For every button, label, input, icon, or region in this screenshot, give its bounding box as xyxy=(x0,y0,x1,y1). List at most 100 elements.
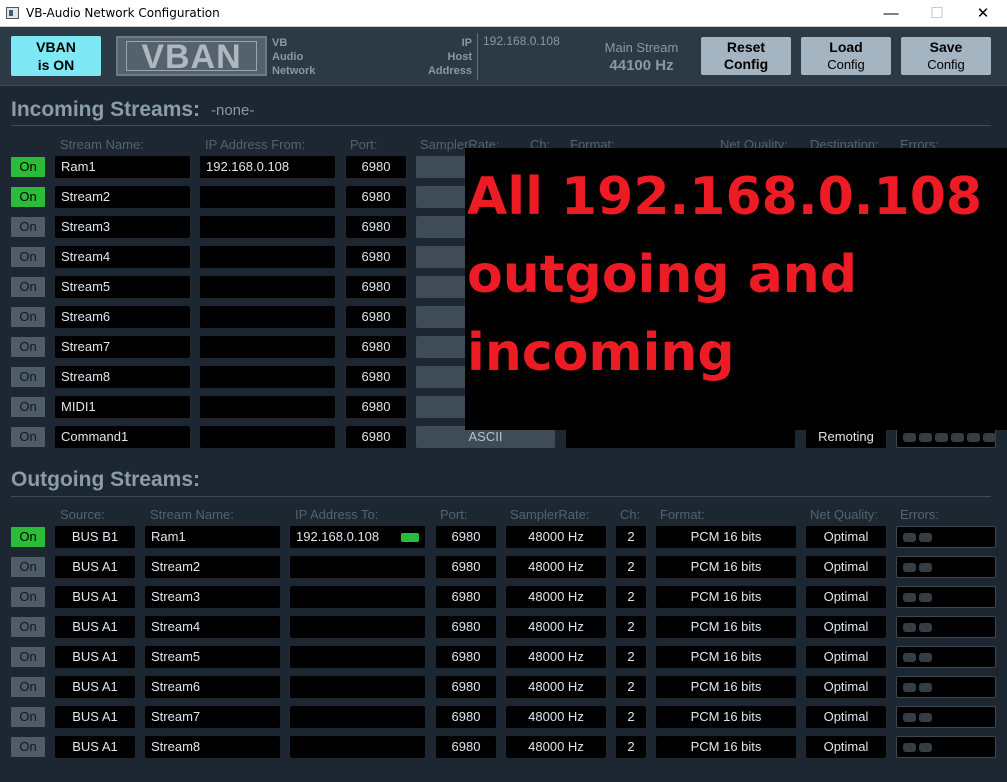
outgoing-channels-select[interactable]: 2 xyxy=(616,706,646,728)
outgoing-source-select[interactable]: BUS A1 xyxy=(55,646,135,668)
outgoing-quality-select[interactable]: Optimal xyxy=(806,556,886,578)
reset-config-button[interactable]: Reset Config xyxy=(701,37,791,75)
outgoing-format-select[interactable]: PCM 16 bits xyxy=(656,586,796,608)
outgoing-channels-select[interactable]: 2 xyxy=(616,526,646,548)
incoming-on-toggle[interactable]: On xyxy=(11,247,45,267)
incoming-port-field[interactable]: 6980 xyxy=(346,276,406,298)
incoming-port-field[interactable]: 6980 xyxy=(346,336,406,358)
incoming-ip-field[interactable] xyxy=(200,276,335,298)
outgoing-ip-field[interactable] xyxy=(290,556,425,578)
outgoing-samplerate-select[interactable]: 48000 Hz xyxy=(506,616,606,638)
outgoing-format-select[interactable]: PCM 16 bits xyxy=(656,616,796,638)
incoming-port-field[interactable]: 6980 xyxy=(346,246,406,268)
incoming-on-toggle[interactable]: On xyxy=(11,337,45,357)
outgoing-quality-select[interactable]: Optimal xyxy=(806,706,886,728)
outgoing-samplerate-select[interactable]: 48000 Hz xyxy=(506,526,606,548)
incoming-on-toggle[interactable]: On xyxy=(11,187,45,207)
incoming-on-toggle[interactable]: On xyxy=(11,157,45,177)
incoming-stream-name[interactable]: Stream4 xyxy=(55,246,190,268)
outgoing-quality-select[interactable]: Optimal xyxy=(806,736,886,758)
incoming-stream-name[interactable]: Stream2 xyxy=(55,186,190,208)
incoming-ip-field[interactable] xyxy=(200,186,335,208)
outgoing-stream-name[interactable]: Stream3 xyxy=(145,586,280,608)
outgoing-source-select[interactable]: BUS A1 xyxy=(55,616,135,638)
outgoing-source-select[interactable]: BUS A1 xyxy=(55,586,135,608)
outgoing-port-field[interactable]: 6980 xyxy=(436,646,496,668)
outgoing-stream-name[interactable]: Stream7 xyxy=(145,706,280,728)
outgoing-format-select[interactable]: PCM 16 bits xyxy=(656,706,796,728)
incoming-stream-name[interactable]: Stream8 xyxy=(55,366,190,388)
outgoing-port-field[interactable]: 6980 xyxy=(436,616,496,638)
outgoing-stream-name[interactable]: Stream2 xyxy=(145,556,280,578)
outgoing-port-field[interactable]: 6980 xyxy=(436,676,496,698)
incoming-on-toggle[interactable]: On xyxy=(11,277,45,297)
outgoing-on-toggle[interactable]: On xyxy=(11,707,45,727)
outgoing-on-toggle[interactable]: On xyxy=(11,647,45,667)
maximize-button[interactable]: ☐ xyxy=(914,0,960,27)
incoming-on-toggle[interactable]: On xyxy=(11,367,45,387)
outgoing-channels-select[interactable]: 2 xyxy=(616,616,646,638)
outgoing-port-field[interactable]: 6980 xyxy=(436,706,496,728)
outgoing-format-select[interactable]: PCM 16 bits xyxy=(656,526,796,548)
outgoing-port-field[interactable]: 6980 xyxy=(436,586,496,608)
outgoing-on-toggle[interactable]: On xyxy=(11,557,45,577)
close-button[interactable]: ✕ xyxy=(960,0,1006,27)
incoming-stream-name[interactable]: Stream5 xyxy=(55,276,190,298)
outgoing-quality-select[interactable]: Optimal xyxy=(806,646,886,668)
incoming-on-toggle[interactable]: On xyxy=(11,307,45,327)
outgoing-stream-name[interactable]: Stream5 xyxy=(145,646,280,668)
outgoing-ip-field[interactable] xyxy=(290,586,425,608)
incoming-stream-name[interactable]: MIDI1 xyxy=(55,396,190,418)
outgoing-channels-select[interactable]: 2 xyxy=(616,586,646,608)
outgoing-on-toggle[interactable]: On xyxy=(11,527,45,547)
incoming-on-toggle[interactable]: On xyxy=(11,397,45,417)
outgoing-format-select[interactable]: PCM 16 bits xyxy=(656,736,796,758)
outgoing-stream-name[interactable]: Stream4 xyxy=(145,616,280,638)
outgoing-format-select[interactable]: PCM 16 bits xyxy=(656,556,796,578)
outgoing-port-field[interactable]: 6980 xyxy=(436,736,496,758)
outgoing-quality-select[interactable]: Optimal xyxy=(806,526,886,548)
outgoing-samplerate-select[interactable]: 48000 Hz xyxy=(506,736,606,758)
outgoing-port-field[interactable]: 6980 xyxy=(436,556,496,578)
incoming-stream-name[interactable]: Ram1 xyxy=(55,156,190,178)
load-config-button[interactable]: Load Config xyxy=(801,37,891,75)
outgoing-channels-select[interactable]: 2 xyxy=(616,736,646,758)
incoming-ip-field[interactable] xyxy=(200,216,335,238)
outgoing-channels-select[interactable]: 2 xyxy=(616,646,646,668)
incoming-stream-name[interactable]: Stream7 xyxy=(55,336,190,358)
outgoing-ip-field[interactable]: 192.168.0.108 xyxy=(290,526,425,548)
outgoing-ip-field[interactable] xyxy=(290,736,425,758)
outgoing-on-toggle[interactable]: On xyxy=(11,737,45,757)
outgoing-channels-select[interactable]: 2 xyxy=(616,556,646,578)
incoming-port-field[interactable]: 6980 xyxy=(346,426,406,448)
outgoing-source-select[interactable]: BUS A1 xyxy=(55,676,135,698)
outgoing-quality-select[interactable]: Optimal xyxy=(806,586,886,608)
outgoing-stream-name[interactable]: Stream6 xyxy=(145,676,280,698)
incoming-ip-field[interactable] xyxy=(200,306,335,328)
incoming-ip-field[interactable] xyxy=(200,246,335,268)
incoming-ip-field[interactable] xyxy=(200,366,335,388)
incoming-ip-field[interactable]: 192.168.0.108 xyxy=(200,156,335,178)
outgoing-ip-field[interactable] xyxy=(290,676,425,698)
outgoing-stream-name[interactable]: Ram1 xyxy=(145,526,280,548)
outgoing-samplerate-select[interactable]: 48000 Hz xyxy=(506,556,606,578)
incoming-port-field[interactable]: 6980 xyxy=(346,366,406,388)
outgoing-source-select[interactable]: BUS A1 xyxy=(55,706,135,728)
outgoing-ip-field[interactable] xyxy=(290,646,425,668)
save-config-button[interactable]: Save Config xyxy=(901,37,991,75)
incoming-port-field[interactable]: 6980 xyxy=(346,306,406,328)
incoming-ip-field[interactable] xyxy=(200,336,335,358)
outgoing-on-toggle[interactable]: On xyxy=(11,617,45,637)
incoming-stream-name[interactable]: Stream6 xyxy=(55,306,190,328)
outgoing-channels-select[interactable]: 2 xyxy=(616,676,646,698)
outgoing-on-toggle[interactable]: On xyxy=(11,677,45,697)
outgoing-port-field[interactable]: 6980 xyxy=(436,526,496,548)
outgoing-samplerate-select[interactable]: 48000 Hz xyxy=(506,706,606,728)
incoming-port-field[interactable]: 6980 xyxy=(346,156,406,178)
outgoing-quality-select[interactable]: Optimal xyxy=(806,676,886,698)
incoming-ip-field[interactable] xyxy=(200,426,335,448)
outgoing-format-select[interactable]: PCM 16 bits xyxy=(656,676,796,698)
incoming-on-toggle[interactable]: On xyxy=(11,217,45,237)
incoming-port-field[interactable]: 6980 xyxy=(346,396,406,418)
incoming-port-field[interactable]: 6980 xyxy=(346,186,406,208)
